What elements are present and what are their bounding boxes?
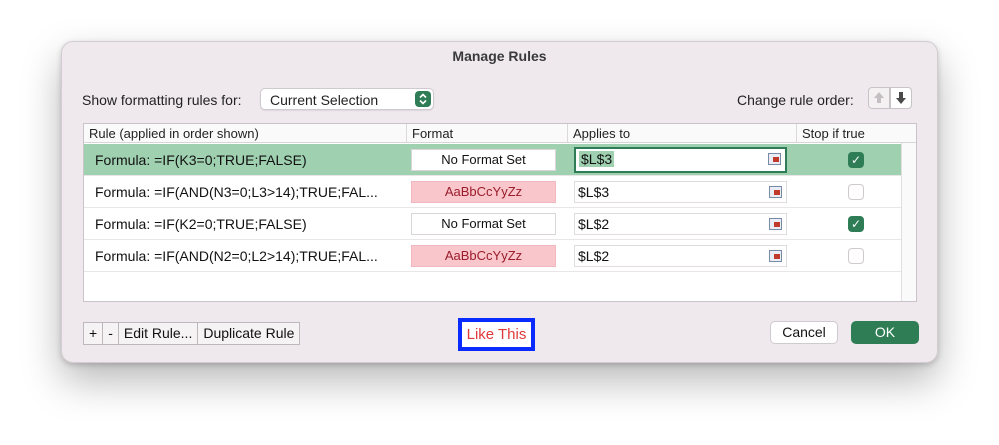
rule-row-1[interactable]: Formula: =IF(K3=0;TRUE;FALSE) No Format …: [84, 144, 902, 176]
stop-if-true-checkbox[interactable]: ✓: [848, 152, 864, 168]
range-picker-icon[interactable]: [769, 218, 782, 230]
rule-actions: + - Edit Rule... Duplicate Rule: [83, 322, 301, 345]
edit-rule-button[interactable]: Edit Rule...: [117, 322, 199, 345]
header-stop-if-true: Stop if true: [802, 126, 865, 141]
add-rule-button[interactable]: +: [83, 322, 104, 345]
ok-button[interactable]: OK: [851, 321, 919, 344]
header-format: Format: [412, 126, 454, 141]
stop-if-true-checkbox[interactable]: [848, 184, 864, 200]
cancel-button[interactable]: Cancel: [770, 321, 838, 344]
rule-formula: Formula: =IF(AND(N3=0;L3>14);TRUE;FAL...: [95, 184, 378, 200]
rule-row-3[interactable]: Formula: =IF(K2=0;TRUE;FALSE) No Format …: [84, 208, 902, 240]
applies-to-field[interactable]: $L$2: [574, 245, 787, 267]
show-rules-select-value: Current Selection: [270, 92, 379, 108]
range-picker-icon[interactable]: [769, 250, 782, 262]
applies-to-field[interactable]: $L$2: [574, 213, 787, 235]
rule-formula: Formula: =IF(K2=0;TRUE;FALSE): [95, 216, 307, 232]
applies-to-value: $L$3: [578, 184, 610, 200]
applies-to-value: $L$2: [578, 248, 610, 264]
rule-formula: Formula: =IF(AND(N2=0;L2>14);TRUE;FAL...: [95, 248, 378, 264]
column-divider: [567, 124, 568, 143]
column-divider: [406, 124, 407, 143]
rule-formula: Formula: =IF(K3=0;TRUE;FALSE): [95, 152, 307, 168]
header-rule: Rule (applied in order shown): [89, 126, 259, 141]
table-scrollbar[interactable]: [901, 143, 916, 301]
applies-to-value: $L$3: [579, 151, 615, 167]
format-preview: No Format Set: [411, 149, 556, 171]
rules-table-header: Rule (applied in order shown) Format App…: [84, 124, 916, 143]
format-preview: AaBbCcYyZz: [411, 181, 556, 203]
change-order-label: Change rule order:: [737, 92, 854, 108]
applies-to-value: $L$2: [578, 216, 610, 232]
show-rules-select[interactable]: Current Selection: [260, 88, 434, 110]
header-applies-to: Applies to: [573, 126, 631, 141]
rule-row-2[interactable]: Formula: =IF(AND(N3=0;L3>14);TRUE;FAL...…: [84, 176, 902, 208]
remove-rule-button[interactable]: -: [102, 322, 119, 345]
format-preview: No Format Set: [411, 213, 556, 235]
stop-if-true-checkbox[interactable]: [848, 248, 864, 264]
move-rule-down-button[interactable]: [890, 87, 912, 109]
applies-to-field[interactable]: $L$3: [574, 147, 787, 173]
duplicate-rule-button[interactable]: Duplicate Rule: [197, 322, 301, 345]
manage-rules-dialog: Manage Rules Show formatting rules for: …: [61, 41, 938, 363]
arrow-down-icon: [896, 92, 906, 104]
show-rules-label: Show formatting rules for:: [82, 92, 242, 108]
stop-if-true-checkbox[interactable]: ✓: [848, 216, 864, 232]
column-divider: [796, 124, 797, 143]
arrow-up-icon: [874, 92, 884, 103]
chevron-updown-icon: [415, 91, 431, 107]
rule-row-4[interactable]: Formula: =IF(AND(N2=0;L2>14);TRUE;FAL...…: [84, 240, 902, 272]
annotation-box: Like This: [458, 318, 535, 351]
format-preview: AaBbCcYyZz: [411, 245, 556, 267]
rules-table: Rule (applied in order shown) Format App…: [83, 123, 917, 302]
range-picker-icon[interactable]: [769, 186, 782, 198]
range-picker-icon[interactable]: [768, 153, 781, 165]
applies-to-field[interactable]: $L$3: [574, 181, 787, 203]
dialog-title: Manage Rules: [452, 48, 547, 64]
move-rule-up-button[interactable]: [868, 87, 890, 109]
